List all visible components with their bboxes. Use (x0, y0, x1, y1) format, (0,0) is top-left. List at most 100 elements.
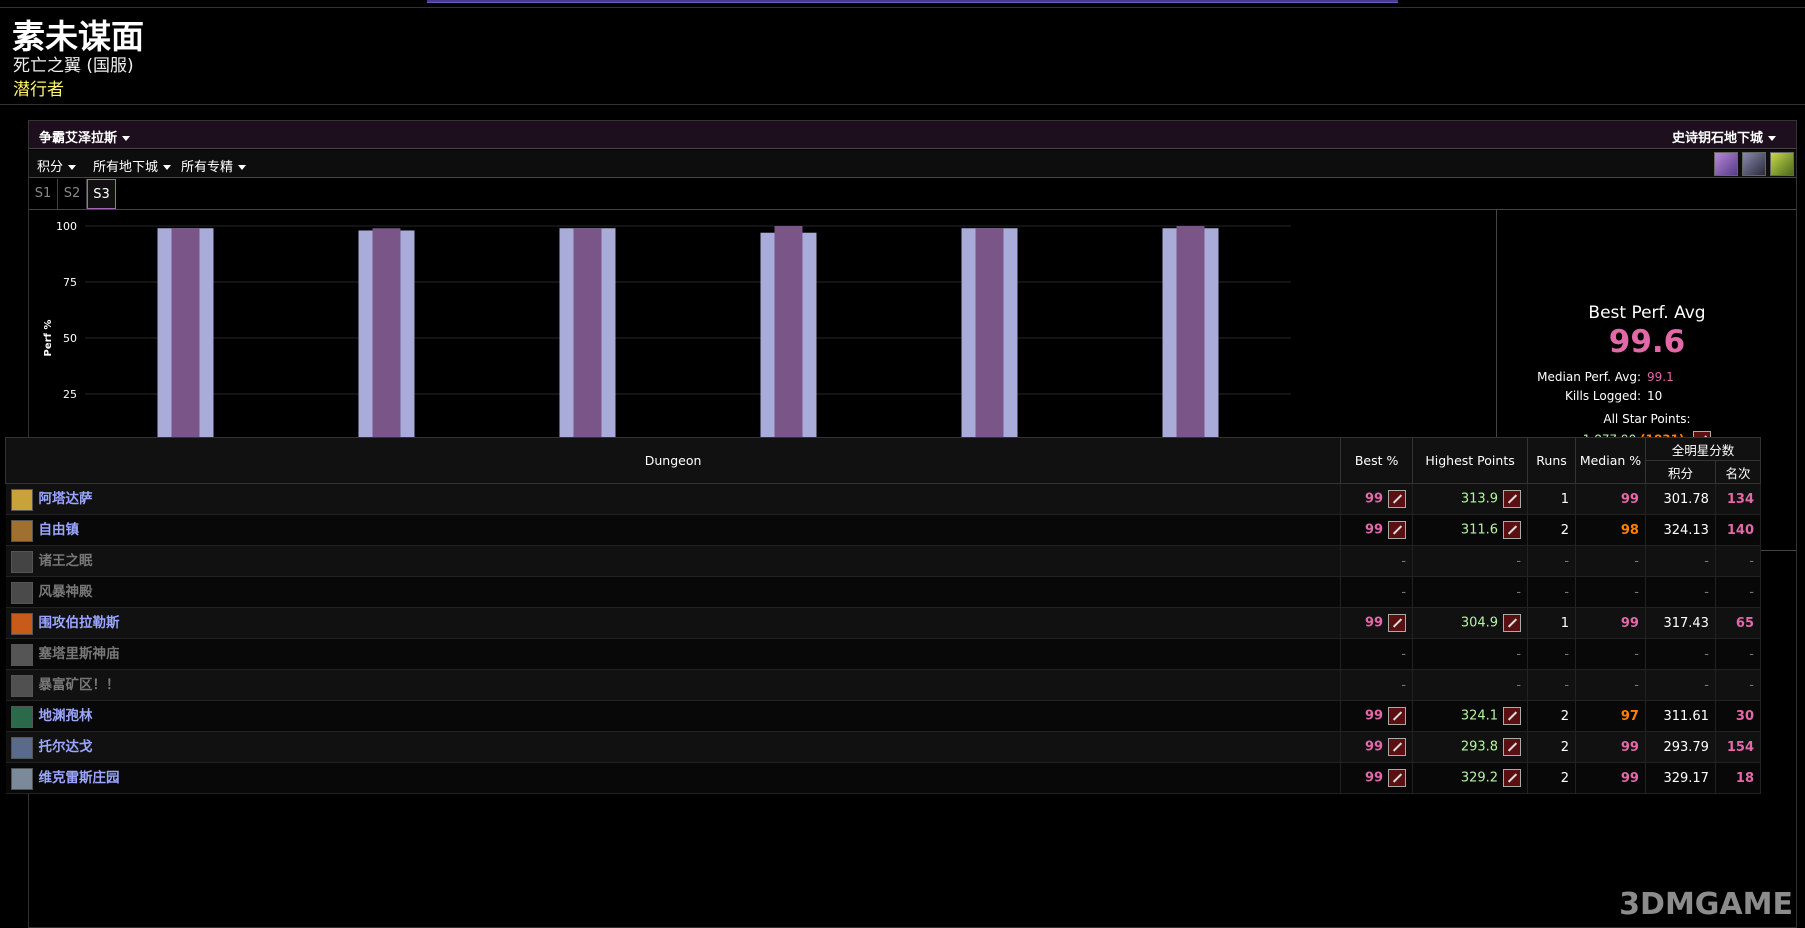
spec-filter-dropdown[interactable]: 所有专精 (181, 156, 247, 175)
dungeon-name[interactable]: 自由镇 (39, 522, 80, 538)
rank-cell: 18 (1715, 762, 1762, 794)
highest-cell: - (1412, 638, 1529, 670)
dungeon-thumbnail-icon (10, 767, 33, 790)
highest-value: 313.9 (1460, 491, 1499, 507)
mode-label: 史诗钥石地下城 (1671, 131, 1763, 146)
table-row[interactable]: 地渊孢林 99 324.1 2 97 311.61 30 (5, 700, 1762, 732)
expansion-dropdown[interactable]: 争霸艾泽拉斯 (39, 127, 131, 146)
table-row[interactable]: 阿塔达萨 99 313.9 1 99 301.78 134 (5, 483, 1762, 515)
median-label: Median Perf. Avg: (1537, 370, 1641, 384)
y-tick-label: 50 (63, 332, 77, 345)
best-value: - (1401, 553, 1407, 569)
chevron-down-icon (163, 165, 172, 170)
dungeon-thumbnail-icon (10, 550, 33, 573)
median-value: 98 (1620, 522, 1639, 538)
dungeon-cell: 塞塔里斯神庙 (5, 638, 1342, 670)
col-rank[interactable]: 名次 (1714, 460, 1762, 484)
table-row[interactable]: 托尔达戈 99 293.8 2 99 293.79 154 (5, 731, 1762, 763)
dungeon-cell: 维克雷斯庄园 (5, 762, 1342, 794)
col-points[interactable]: 积分 (1644, 460, 1716, 484)
rank-cell: 134 (1715, 483, 1762, 515)
median-cell: 98 (1575, 514, 1646, 546)
highest-cell: 324.1 (1412, 700, 1529, 732)
dungeon-name[interactable]: 地渊孢林 (39, 708, 93, 724)
dungeon-name[interactable]: 诸王之眠 (39, 553, 93, 569)
table-row[interactable]: 维克雷斯庄园 99 329.2 2 99 329.17 18 (5, 762, 1762, 794)
col-runs[interactable]: Runs (1527, 437, 1577, 484)
rank-badge-icon[interactable] (1503, 738, 1522, 756)
dungeon-thumbnail-icon (10, 643, 33, 666)
rank-badge-icon[interactable] (1388, 521, 1407, 539)
rank-cell: - (1715, 576, 1762, 608)
col-median[interactable]: Median % (1575, 437, 1646, 484)
median-cell: 99 (1575, 762, 1646, 794)
rank-badge-icon[interactable] (1388, 738, 1407, 756)
chevron-down-icon (238, 165, 247, 170)
rank-badge-icon[interactable] (1388, 490, 1407, 508)
tab-s1[interactable]: S1 (29, 179, 58, 209)
best-perf-title: Best Perf. Avg (1588, 303, 1706, 323)
rank-badge-icon[interactable] (1388, 769, 1407, 787)
median-value: - (1634, 584, 1639, 600)
dungeon-filter-dropdown[interactable]: 所有地下城 (93, 156, 172, 175)
y-axis-label: Perf % (43, 320, 54, 357)
rank-badge-icon[interactable] (1388, 614, 1407, 632)
y-tick-label: 100 (56, 220, 77, 233)
table-row[interactable]: 塞塔里斯神庙 - - - - - - (5, 638, 1762, 670)
rank-badge-icon[interactable] (1503, 521, 1522, 539)
rank-value: 18 (1735, 770, 1754, 786)
dungeon-name[interactable]: 风暴神殿 (39, 584, 93, 600)
highest-value: - (1516, 646, 1522, 662)
table-row[interactable]: 诸王之眠 - - - - - - (5, 545, 1762, 577)
best-value: 99 (1364, 491, 1384, 507)
runs-cell: - (1527, 576, 1577, 608)
metric-dropdown[interactable]: 积分 (37, 156, 77, 175)
dungeon-name[interactable]: 阿塔达萨 (39, 491, 93, 507)
dungeon-thumbnail-icon (10, 488, 33, 511)
points-value: - (1704, 646, 1709, 662)
dungeon-name[interactable]: 塞塔里斯神庙 (39, 646, 120, 662)
expansion-bar: 争霸艾泽拉斯 史诗钥石地下城 (29, 121, 1796, 149)
col-best[interactable]: Best % (1340, 437, 1414, 484)
best-cell: - (1340, 576, 1414, 608)
col-highest[interactable]: Highest Points (1412, 437, 1529, 484)
keystone-icon[interactable] (1770, 152, 1794, 176)
rank-badge-icon[interactable] (1503, 707, 1522, 725)
dungeon-name[interactable]: 围攻伯拉勒斯 (39, 615, 120, 631)
best-value: - (1401, 646, 1407, 662)
rank-badge-icon[interactable] (1503, 614, 1522, 632)
rank-badge-icon[interactable] (1503, 769, 1522, 787)
dungeon-name[interactable]: 托尔达戈 (39, 739, 93, 755)
character-realm: 死亡之翼 (国服) (13, 56, 134, 76)
raid-view-icon[interactable] (1742, 152, 1766, 176)
tab-s2[interactable]: S2 (58, 179, 87, 209)
rank-value: 65 (1735, 615, 1754, 631)
points-value: - (1704, 553, 1709, 569)
chevron-down-icon (1768, 136, 1776, 141)
dungeon-name[interactable]: 维克雷斯庄园 (39, 770, 120, 786)
highest-value: 311.6 (1460, 522, 1499, 538)
col-allstar: 全明星分数 (1644, 437, 1762, 461)
mode-dropdown[interactable]: 史诗钥石地下城 (1672, 127, 1776, 146)
col-dungeon[interactable]: Dungeon (4, 437, 1342, 484)
bar-best (975, 228, 1004, 450)
dungeon-name[interactable]: 暴富矿区！！ (39, 677, 120, 693)
table-row[interactable]: 暴富矿区！！ - - - - - - (5, 669, 1762, 701)
best-value: 99 (1364, 739, 1384, 755)
highest-cell: 304.9 (1412, 607, 1529, 639)
table-row[interactable]: 风暴神殿 - - - - - - (5, 576, 1762, 608)
dungeon-thumbnail-icon (10, 705, 33, 728)
runs-cell: 2 (1527, 762, 1577, 794)
dungeon-thumbnail-icon (10, 674, 33, 697)
chevron-down-icon (122, 136, 131, 141)
best-cell: - (1340, 545, 1414, 577)
table-row[interactable]: 围攻伯拉勒斯 99 304.9 1 99 317.43 65 (5, 607, 1762, 639)
best-value: 99 (1364, 708, 1384, 724)
best-value: 99 (1364, 522, 1384, 538)
rank-badge-icon[interactable] (1388, 707, 1407, 725)
scroll-view-icon[interactable] (1714, 152, 1738, 176)
median-row: Median Perf. Avg: 99.1 (1497, 370, 1797, 384)
table-row[interactable]: 自由镇 99 311.6 2 98 324.13 140 (5, 514, 1762, 546)
rank-badge-icon[interactable] (1503, 490, 1522, 508)
tab-s3[interactable]: S3 (87, 179, 116, 209)
